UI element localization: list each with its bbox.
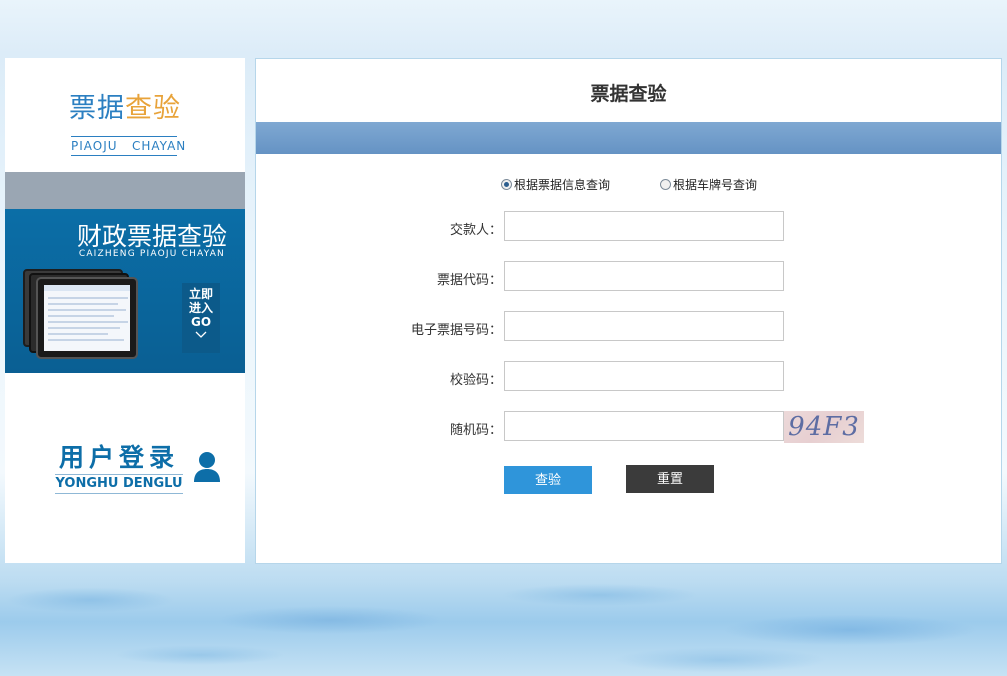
verify-button[interactable]: 查验 xyxy=(504,466,592,494)
tablet-image xyxy=(36,277,138,359)
verification-panel: 票据查验 根据票据信息查询 根据车牌号查询 交款人： 票据代码： 电子票据号码：… xyxy=(255,58,1002,564)
captcha-image[interactable]: 94F3 xyxy=(784,411,864,443)
radio-icon-checked[interactable] xyxy=(501,179,512,190)
go-line3: GO xyxy=(190,315,212,329)
user-icon[interactable] xyxy=(193,451,221,483)
radio-icon-unchecked[interactable] xyxy=(660,179,671,190)
caizheng-banner[interactable]: 财政票据查验 CAIZHENG PIAOJU CHAYAN 立即 进入 GO xyxy=(5,209,245,373)
logo-title: 票据查验 xyxy=(5,86,245,125)
page-title: 票据查验 xyxy=(590,83,667,105)
user-login-title[interactable]: 用户登录 xyxy=(55,438,183,474)
header-bar xyxy=(256,122,1001,154)
ticket-code-label: 票据代码： xyxy=(436,273,502,288)
radio-label-plate-number: 根据车牌号查询 xyxy=(673,178,758,192)
random-code-input[interactable] xyxy=(504,411,784,441)
user-login-subtitle[interactable]: YONGHU DENGLU xyxy=(55,474,183,494)
background-water xyxy=(0,560,1007,676)
radio-by-plate-number[interactable]: 根据车牌号查询 xyxy=(660,176,757,193)
ticket-code-input[interactable] xyxy=(504,261,784,291)
e-ticket-number-input[interactable] xyxy=(504,311,784,341)
logo-title-part1: 票据 xyxy=(69,93,125,124)
e-ticket-number-label: 电子票据号码： xyxy=(410,323,502,338)
payer-label: 交款人： xyxy=(449,223,502,238)
random-code-label: 随机码： xyxy=(449,423,502,438)
banner-title: 财政票据查验 xyxy=(76,222,227,251)
payer-input[interactable] xyxy=(504,211,784,241)
chevron-down-icon xyxy=(182,329,220,341)
check-code-label: 校验码： xyxy=(449,373,502,388)
go-enter-button[interactable]: 立即 进入 GO xyxy=(182,283,220,353)
go-line1: 立即 xyxy=(188,287,213,301)
divider-strip xyxy=(5,172,245,209)
tablet-screen xyxy=(44,285,130,351)
reset-button[interactable]: 重置 xyxy=(626,465,714,493)
go-line2: 进入 xyxy=(188,301,213,315)
sidebar: 票据查验 PIAOJU CHAYAN 财政票据查验 CAIZHENG PIAOJ… xyxy=(5,58,245,563)
check-code-input[interactable] xyxy=(504,361,784,391)
logo-subtitle: PIAOJU CHAYAN xyxy=(71,136,185,156)
banner-subtitle: CAIZHENG PIAOJU CHAYAN xyxy=(78,249,225,259)
logo-title-part2: 查验 xyxy=(125,93,181,124)
radio-label-ticket-info: 根据票据信息查询 xyxy=(514,178,611,192)
radio-by-ticket-info[interactable]: 根据票据信息查询 xyxy=(501,176,610,193)
